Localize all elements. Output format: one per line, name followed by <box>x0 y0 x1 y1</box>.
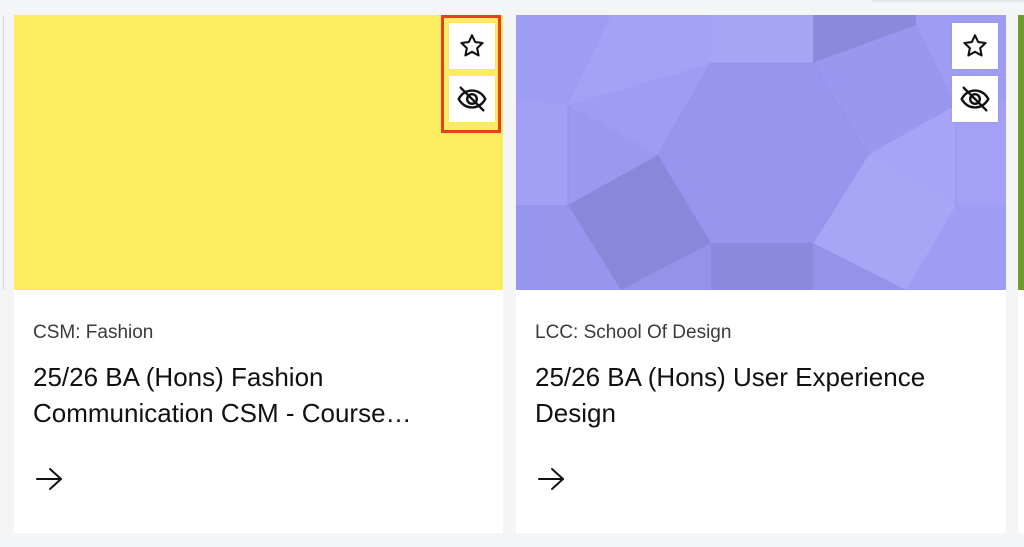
course-card-image <box>14 15 503 290</box>
open-course-button[interactable] <box>33 461 69 497</box>
course-card-body: LCC: School Of Design 25/26 BA (Hons) Us… <box>535 290 987 431</box>
next-course-card-body[interactable] <box>1018 290 1024 533</box>
favourite-button[interactable] <box>449 23 495 69</box>
course-card-user-experience-design[interactable]: LCC: School Of Design 25/26 BA (Hons) Us… <box>516 15 1006 533</box>
star-icon <box>460 34 484 57</box>
hide-button[interactable] <box>449 76 495 122</box>
course-title[interactable]: 25/26 BA (Hons) User Experience Design <box>535 359 975 431</box>
course-card-fashion-communication[interactable]: CSM: Fashion 25/26 BA (Hons) Fashion Com… <box>14 15 503 533</box>
star-icon <box>963 34 987 57</box>
course-school: LCC: School Of Design <box>535 322 732 343</box>
eye-off-icon <box>960 86 990 112</box>
left-scroll-edge <box>0 16 4 290</box>
card-actions <box>952 23 998 129</box>
favourite-button[interactable] <box>952 23 998 69</box>
open-course-button[interactable] <box>535 461 571 497</box>
top-divider <box>872 0 1024 2</box>
eye-off-icon <box>457 86 487 112</box>
hide-button[interactable] <box>952 76 998 122</box>
card-actions <box>449 23 495 129</box>
course-school: CSM: Fashion <box>33 322 154 343</box>
next-course-card-image[interactable] <box>1018 15 1024 290</box>
course-title[interactable]: 25/26 BA (Hons) Fashion Communication CS… <box>33 359 473 431</box>
arrow-right-icon <box>36 468 62 490</box>
geometric-pattern <box>516 15 1006 290</box>
course-card-image <box>516 15 1006 290</box>
course-card-body: CSM: Fashion 25/26 BA (Hons) Fashion Com… <box>33 290 484 431</box>
arrow-right-icon <box>538 468 564 490</box>
